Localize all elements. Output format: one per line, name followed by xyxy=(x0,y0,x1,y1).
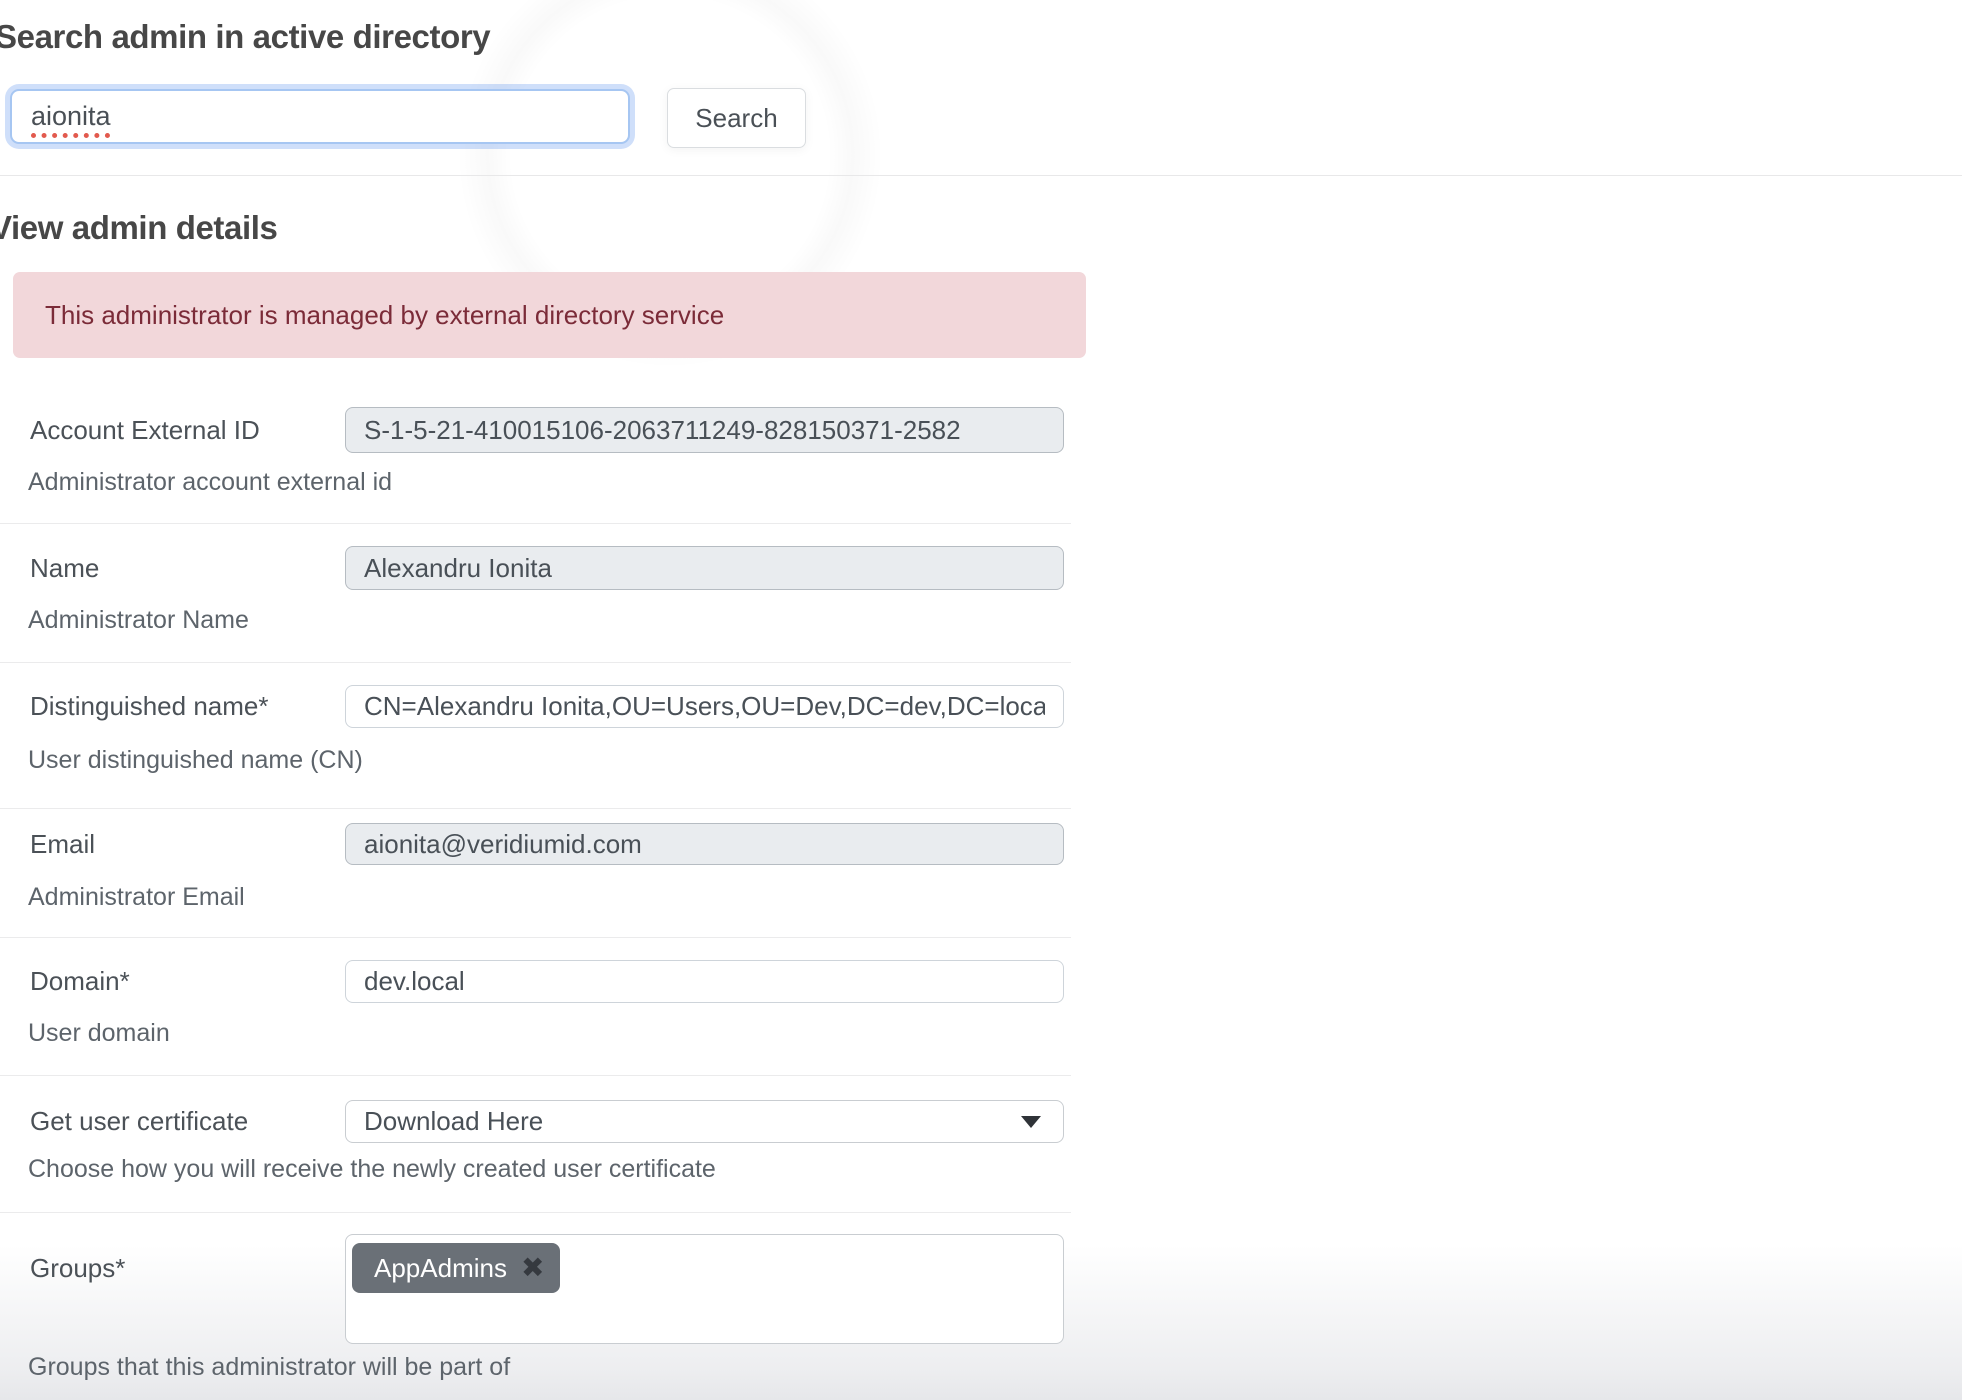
row-divider xyxy=(0,662,1071,663)
group-tag-appadmins: AppAdmins ✖ xyxy=(352,1243,560,1293)
certificate-delivery-select[interactable]: Download Here xyxy=(345,1100,1064,1143)
admin-details-page: Search admin in active directory aionita… xyxy=(0,0,1962,1400)
field-helper-groups: Groups that this administrator will be p… xyxy=(28,1353,510,1382)
field-label-distinguished-name: Distinguished name* xyxy=(30,685,330,728)
field-label-get-user-certificate: Get user certificate xyxy=(30,1100,330,1143)
row-divider xyxy=(0,1212,1071,1213)
section-divider xyxy=(0,175,1962,176)
domain-input[interactable] xyxy=(345,960,1064,1003)
distinguished-name-input[interactable] xyxy=(345,685,1064,728)
field-helper-get-user-certificate: Choose how you will receive the newly cr… xyxy=(28,1155,716,1184)
row-divider xyxy=(0,937,1071,938)
field-helper-account-external-id: Administrator account external id xyxy=(28,468,392,497)
search-input[interactable]: aionita xyxy=(10,89,630,144)
search-input-value: aionita xyxy=(31,101,111,132)
remove-tag-icon[interactable]: ✖ xyxy=(521,1254,544,1282)
row-divider xyxy=(0,523,1071,524)
field-helper-email: Administrator Email xyxy=(28,883,245,912)
page-title-search-admin: Search admin in active directory xyxy=(0,18,490,56)
field-label-account-external-id: Account External ID xyxy=(30,407,330,453)
group-tag-label: AppAdmins xyxy=(374,1253,507,1284)
certificate-delivery-selected-value: Download Here xyxy=(364,1106,1021,1137)
field-helper-domain: User domain xyxy=(28,1019,170,1048)
chevron-down-icon xyxy=(1021,1116,1041,1128)
field-label-name: Name xyxy=(30,546,330,590)
field-helper-distinguished-name: User distinguished name (CN) xyxy=(28,746,363,775)
admin-email-input xyxy=(345,823,1064,865)
external-directory-alert: This administrator is managed by externa… xyxy=(13,272,1086,358)
account-external-id-input xyxy=(345,407,1064,453)
row-divider xyxy=(0,1075,1071,1076)
page-title-view-admin-details: View admin details xyxy=(0,209,277,247)
field-helper-name: Administrator Name xyxy=(28,606,249,635)
groups-multiselect[interactable]: AppAdmins ✖ xyxy=(345,1234,1064,1344)
row-divider xyxy=(0,808,1071,809)
admin-name-input xyxy=(345,546,1064,590)
search-button[interactable]: Search xyxy=(667,88,806,148)
field-label-groups: Groups* xyxy=(30,1243,330,1293)
field-label-domain: Domain* xyxy=(30,960,330,1003)
alert-text: This administrator is managed by externa… xyxy=(45,300,724,331)
field-label-email: Email xyxy=(30,823,330,865)
